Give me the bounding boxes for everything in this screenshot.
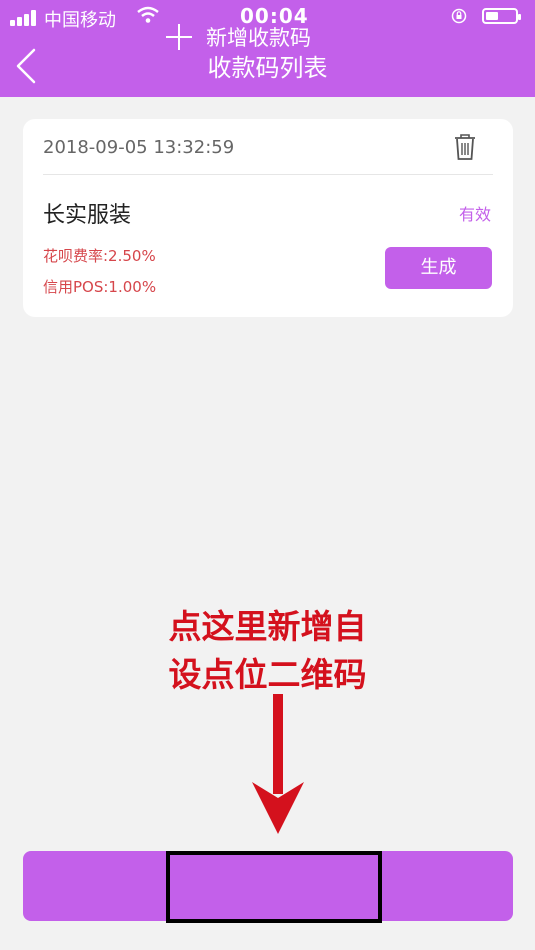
instruction-annotation: 点这里新增自 设点位二维码 [0, 603, 535, 699]
annotation-line-2: 设点位二维码 [168, 655, 367, 694]
shop-name: 长实服装 [43, 203, 132, 228]
add-button-label: 新增收款码 [206, 26, 311, 50]
card-divider [43, 174, 493, 175]
add-payment-code-button[interactable] [23, 851, 513, 923]
credit-pos-rate: 信用POS:1.00% [43, 278, 157, 296]
huabei-rate: 花呗费率:2.50% [43, 247, 156, 265]
carrier-name: 中国移动 [44, 10, 116, 31]
battery-icon [482, 8, 521, 24]
arrow-down-icon [252, 694, 304, 834]
rotation-lock-icon [451, 8, 467, 24]
card-datetime: 2018-09-05 13:32:59 [43, 137, 235, 158]
plus-icon [166, 24, 192, 50]
status-badge: 有效 [458, 205, 491, 224]
highlight-frame [166, 851, 382, 923]
trash-icon[interactable] [453, 133, 477, 161]
add-button-content[interactable]: 新增收款码 [166, 22, 376, 52]
generate-button[interactable]: 生成 [385, 247, 492, 289]
page-title: 收款码列表 [207, 54, 328, 82]
signal-bars-icon [10, 10, 38, 26]
annotation-line-1: 点这里新增自 [168, 607, 367, 646]
wifi-icon [137, 6, 159, 23]
payment-code-card: 2018-09-05 13:32:59 长实服装 有效 花呗费率:2.50% 信… [23, 119, 513, 317]
